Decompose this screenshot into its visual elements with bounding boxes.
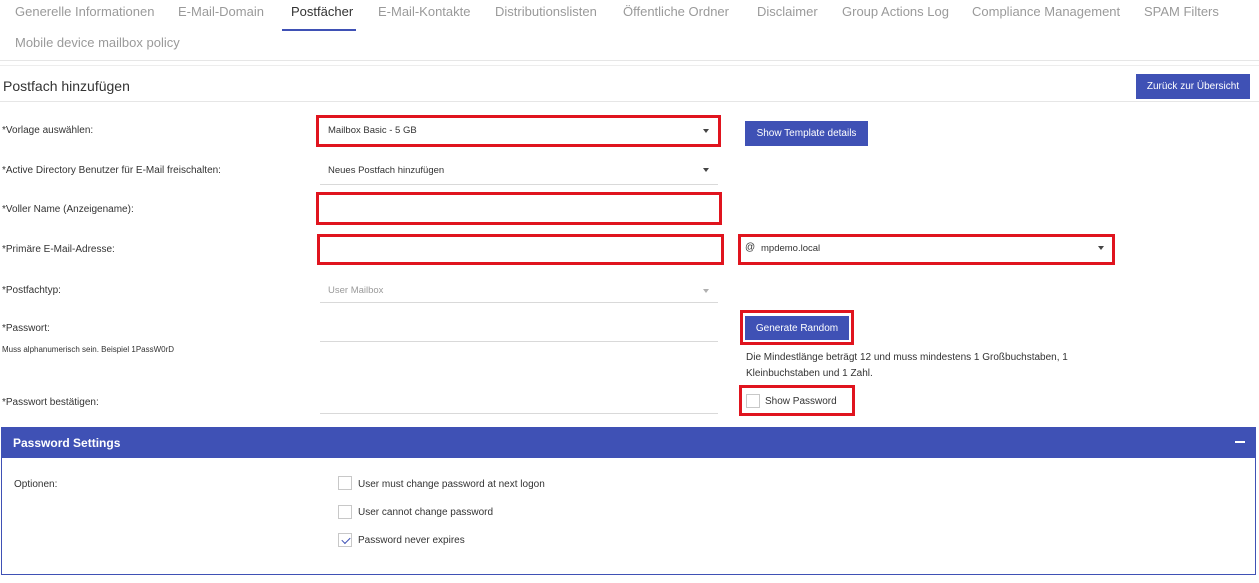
must-change-password-checkbox[interactable] — [338, 476, 352, 490]
at-icon: @ — [745, 242, 756, 253]
tab-email-domain[interactable]: E-Mail-Domain — [178, 4, 264, 19]
ad-user-select-value: Neues Postfach hinzufügen — [328, 165, 445, 176]
show-password-toggle[interactable]: Show Password — [739, 385, 855, 416]
password-input[interactable] — [320, 315, 718, 342]
tab-group-actions-log[interactable]: Group Actions Log — [842, 4, 949, 19]
checkmark-icon — [341, 534, 351, 545]
email-domain-value: mpdemo.local — [761, 243, 821, 254]
tab-oeffentliche-ordner[interactable]: Öffentliche Ordner — [623, 4, 729, 19]
divider — [0, 65, 1259, 66]
display-name-field[interactable] — [316, 192, 722, 225]
display-name-label: *Voller Name (Anzeigename): — [2, 204, 134, 215]
must-change-password-label: User must change password at next logon — [358, 479, 545, 490]
divider — [0, 60, 1259, 61]
email-field[interactable] — [317, 234, 724, 265]
chevron-down-icon — [703, 168, 709, 172]
chevron-down-icon — [1098, 246, 1104, 250]
password-settings-title: Password Settings — [13, 436, 121, 450]
password-confirm-input[interactable] — [320, 387, 718, 414]
password-label: *Passwort: — [2, 323, 50, 334]
template-label: *Vorlage auswählen: — [2, 125, 94, 136]
tab-bar: Generelle Informationen E-Mail-Domain Po… — [0, 0, 1259, 60]
mailbox-type-label: *Postfachtyp: — [2, 285, 61, 296]
options-label: Optionen: — [14, 479, 58, 490]
password-underline — [320, 341, 718, 342]
password-never-expires-checkbox[interactable] — [338, 533, 352, 547]
tab-email-kontakte[interactable]: E-Mail-Kontakte — [378, 4, 470, 19]
back-to-overview-button[interactable]: Zurück zur Übersicht — [1136, 74, 1250, 99]
ad-user-label: *Active Directory Benutzer für E-Mail fr… — [2, 165, 221, 176]
tab-postfaecher[interactable]: Postfächer — [291, 4, 353, 19]
mailbox-type-value: User Mailbox — [328, 285, 384, 296]
show-password-label: Show Password — [765, 396, 837, 407]
cannot-change-password-label: User cannot change password — [358, 507, 494, 518]
tab-compliance-management[interactable]: Compliance Management — [972, 4, 1120, 19]
divider — [0, 101, 1259, 102]
collapse-icon[interactable] — [1235, 441, 1245, 443]
password-confirm-underline — [320, 413, 718, 414]
ad-user-select-underline — [320, 184, 718, 185]
page-title: Postfach hinzufügen — [3, 78, 130, 94]
email-domain-select[interactable]: @ mpdemo.local — [738, 234, 1115, 265]
password-hint: Muss alphanumerisch sein. Beispiel 1Pass… — [2, 345, 175, 354]
generate-random-button[interactable]: Generate Random — [745, 316, 849, 340]
mailbox-type-underline — [320, 302, 718, 303]
tab-disclaimer[interactable]: Disclaimer — [757, 4, 818, 19]
active-tab-indicator — [282, 29, 356, 31]
show-template-details-button[interactable]: Show Template details — [745, 121, 868, 146]
show-password-checkbox[interactable] — [746, 394, 760, 408]
cannot-change-password-checkbox[interactable] — [338, 505, 352, 519]
password-never-expires-label: Password never expires — [358, 535, 465, 546]
chevron-down-icon — [703, 289, 709, 293]
tab-distributionslisten[interactable]: Distributionslisten — [495, 4, 597, 19]
email-label: *Primäre E-Mail-Adresse: — [2, 244, 115, 255]
highlight-template — [316, 115, 721, 147]
tab-spam-filters[interactable]: SPAM Filters — [1144, 4, 1219, 19]
tab-mobile-device-mailbox-policy[interactable]: Mobile device mailbox policy — [15, 35, 180, 50]
password-requirements: Die Mindestlänge beträgt 12 und muss min… — [746, 352, 1068, 379]
tab-generelle-informationen[interactable]: Generelle Informationen — [15, 4, 154, 19]
password-settings-header[interactable]: Password Settings — [2, 428, 1255, 458]
password-confirm-label: *Passwort bestätigen: — [2, 397, 99, 408]
password-settings-panel: Password Settings Optionen: User must ch… — [1, 427, 1256, 575]
